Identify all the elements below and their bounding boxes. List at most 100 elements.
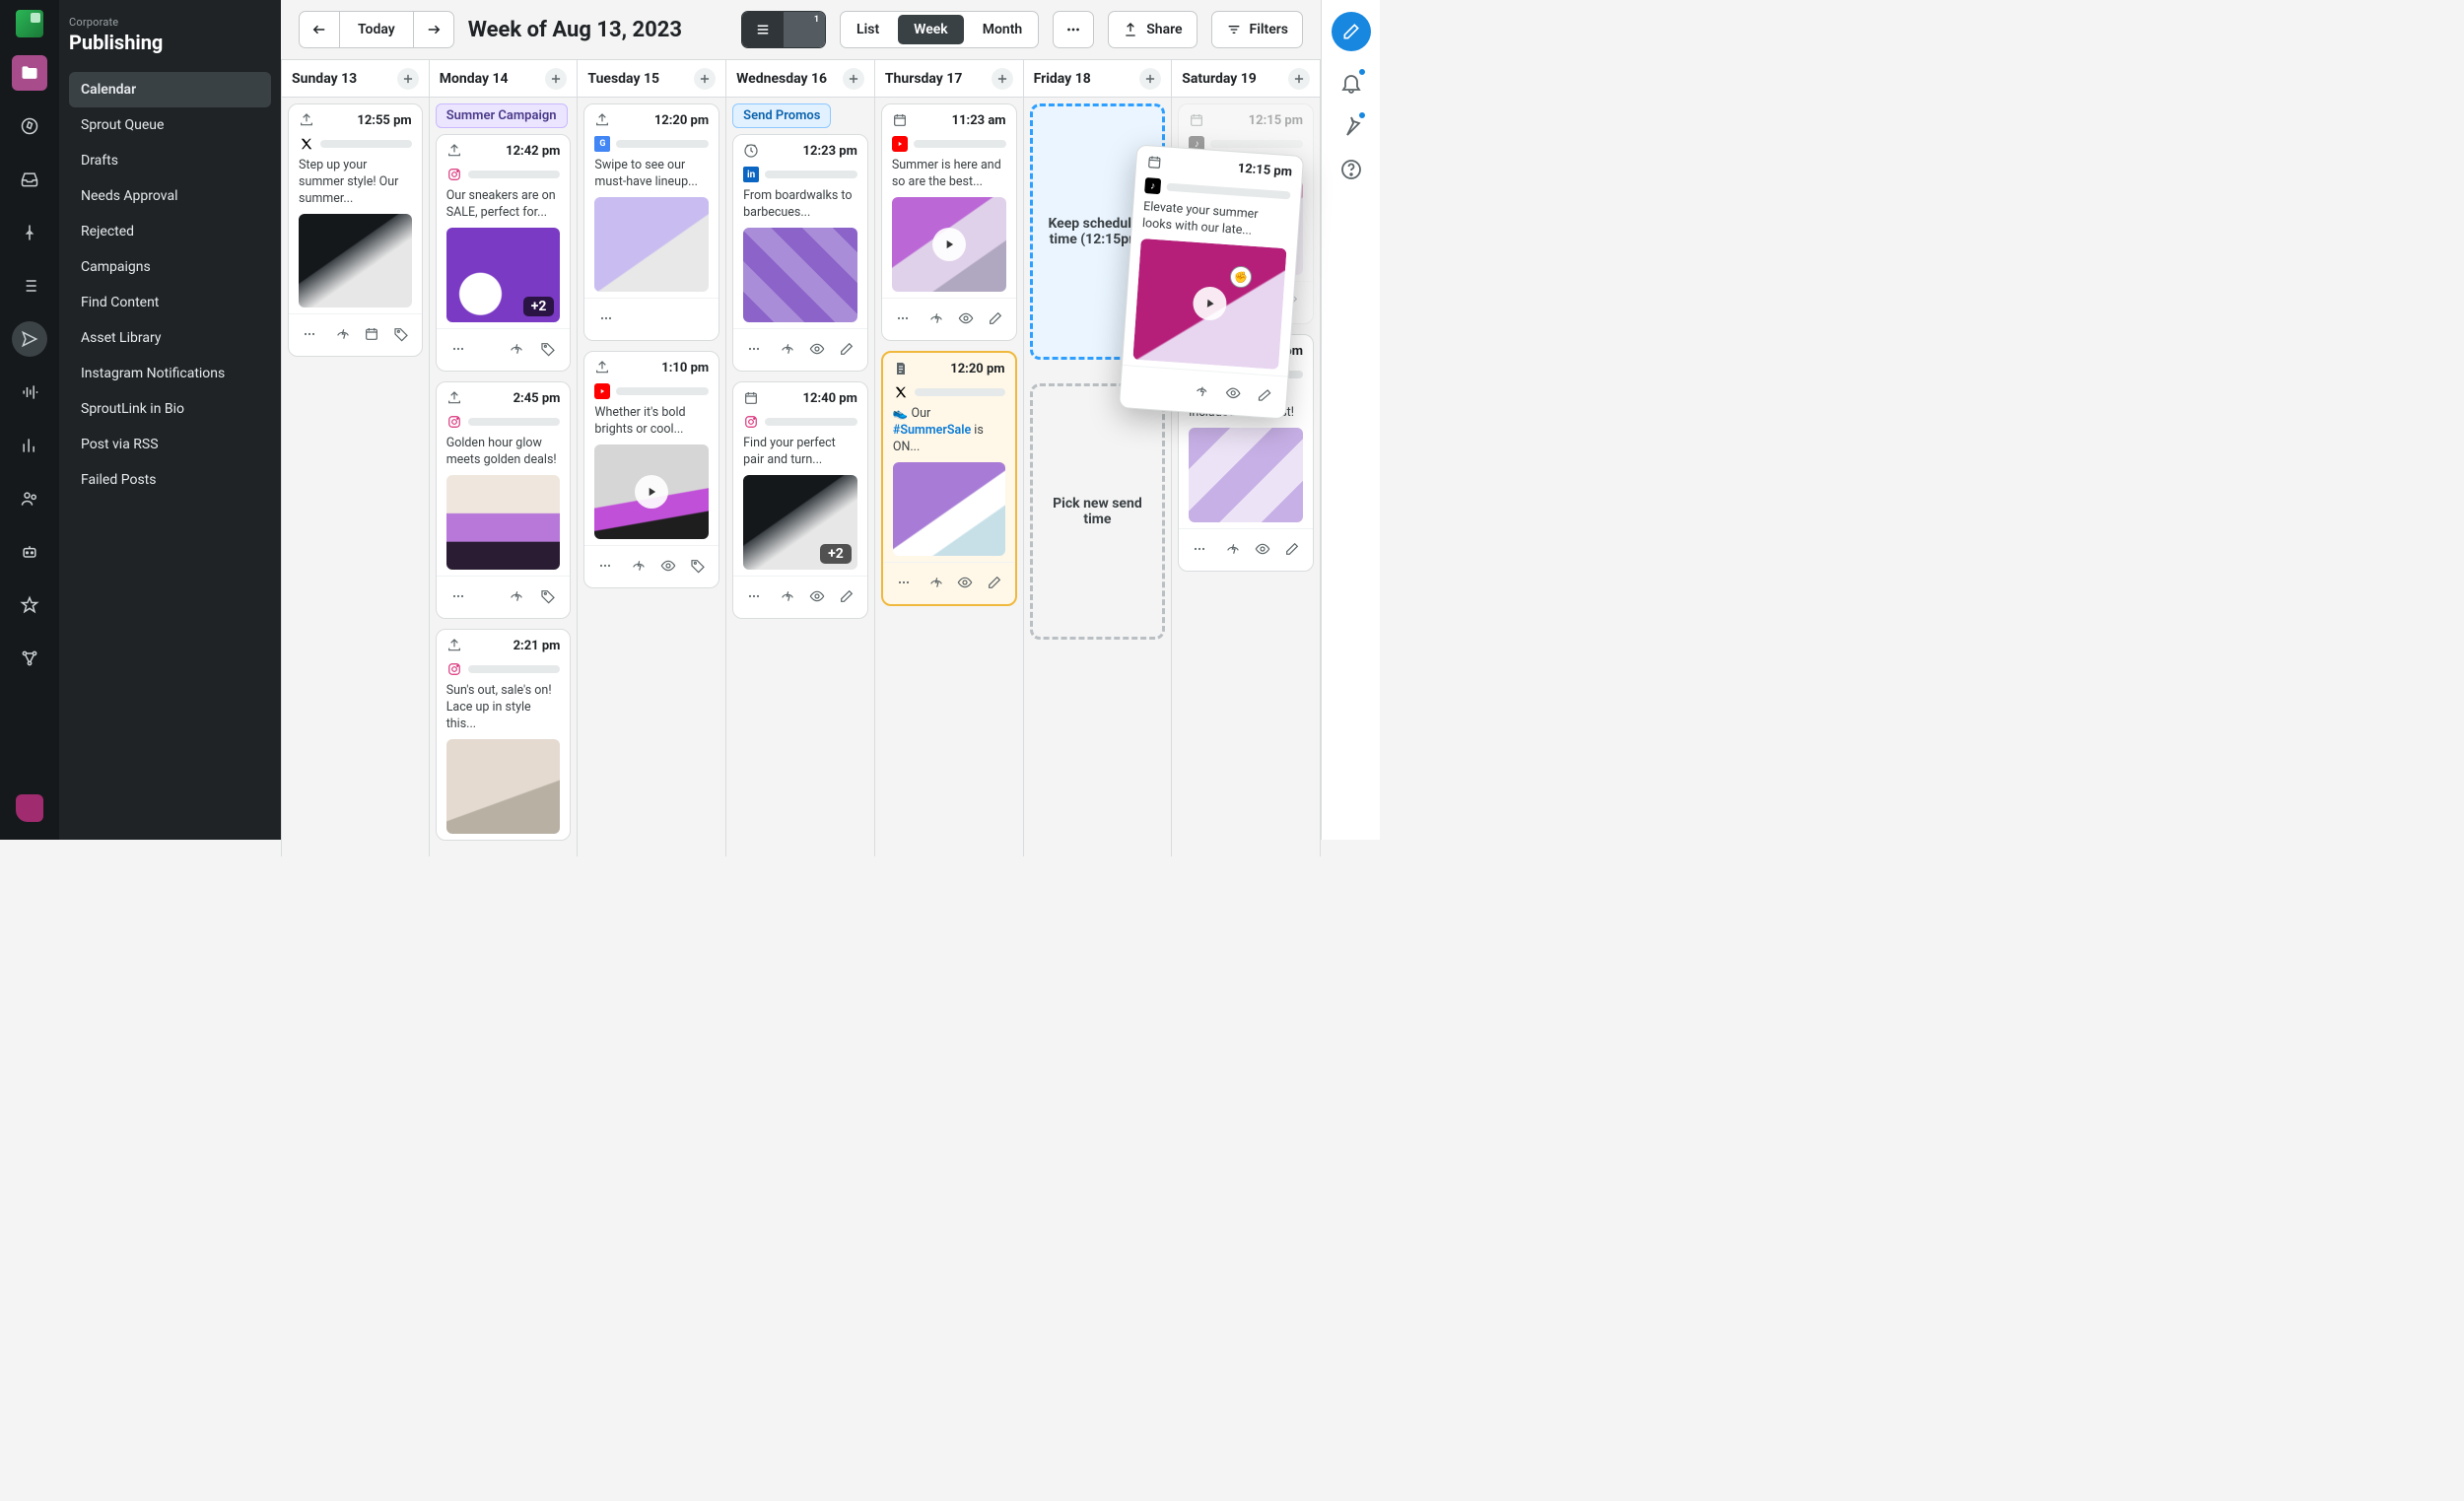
eye-icon[interactable] [655, 552, 681, 580]
edit-icon[interactable] [1250, 380, 1279, 410]
drop-zone-pick-time[interactable]: Pick new send time [1030, 383, 1166, 640]
share-button[interactable]: Share [1108, 11, 1197, 48]
sidebar-item-instagram-notifications[interactable]: Instagram Notifications [69, 356, 271, 391]
sidebar-item-asset-library[interactable]: Asset Library [69, 320, 271, 356]
more-icon[interactable] [445, 335, 472, 363]
eye-icon[interactable] [804, 335, 830, 363]
campaign-badge[interactable]: Send Promos [732, 103, 831, 128]
nav-star-icon[interactable] [12, 587, 47, 623]
today-button[interactable]: Today [339, 12, 414, 47]
more-icon[interactable] [445, 582, 472, 610]
post-card[interactable]: 12:20 pm 👟 Our #SummerSale is ON... [881, 351, 1017, 605]
add-post-icon[interactable] [843, 68, 864, 90]
bolt-icon[interactable] [924, 569, 948, 596]
nav-list-icon[interactable] [12, 268, 47, 304]
tag-icon[interactable] [534, 582, 562, 610]
density-compact[interactable] [742, 12, 784, 47]
add-post-icon[interactable] [992, 68, 1013, 90]
view-month[interactable]: Month [967, 12, 1039, 47]
sidebar-item-sprout-queue[interactable]: Sprout Queue [69, 107, 271, 143]
edit-icon[interactable] [834, 582, 859, 610]
tag-icon[interactable] [685, 552, 711, 580]
nav-compass-icon[interactable] [12, 108, 47, 144]
sidebar-item-drafts[interactable]: Drafts [69, 143, 271, 178]
edit-icon[interactable] [983, 305, 1008, 332]
post-card[interactable]: 12:40 pm Find your perfect pair and turn… [732, 381, 868, 619]
sidebar-item-campaigns[interactable]: Campaigns [69, 249, 271, 285]
notifications-icon[interactable] [1339, 71, 1363, 95]
bolt-icon[interactable] [503, 335, 530, 363]
nav-people-icon[interactable] [12, 481, 47, 516]
tag-icon[interactable] [388, 320, 414, 348]
bolt-icon[interactable] [924, 305, 949, 332]
nav-network-icon[interactable] [12, 641, 47, 676]
sidebar-item-needs-approval[interactable]: Needs Approval [69, 178, 271, 214]
view-list[interactable]: List [841, 12, 895, 47]
more-icon[interactable] [890, 305, 916, 332]
bolt-icon[interactable] [1220, 535, 1246, 563]
sidebar-item-post-via-rss[interactable]: Post via RSS [69, 427, 271, 462]
more-icon[interactable] [592, 552, 618, 580]
day-body[interactable]: Send Promos 12:23 pm in From boardwalks … [726, 98, 874, 856]
post-card[interactable]: 12:55 pm Step up your summer style! Our … [288, 103, 423, 357]
edit-icon[interactable] [982, 569, 1006, 596]
more-icon[interactable] [297, 320, 322, 348]
cal-icon[interactable] [359, 320, 384, 348]
nav-folder-icon[interactable] [12, 55, 47, 91]
post-card[interactable]: 2:21 pm Sun's out, sale's on! Lace up in… [436, 629, 572, 841]
day-body[interactable]: Summer Campaign 12:42 pm Our sneakers ar… [430, 98, 578, 856]
more-icon[interactable] [741, 335, 767, 363]
day-body[interactable]: 12:20 pm G Swipe to see our must-have li… [578, 98, 725, 856]
more-icon[interactable] [741, 582, 767, 610]
help-icon[interactable] [1339, 158, 1363, 181]
post-card[interactable]: 1:10 pm Whether it's bold brights or coo… [583, 351, 719, 588]
post-card[interactable]: 2:45 pm Golden hour glow meets golden de… [436, 381, 572, 619]
post-card[interactable]: 12:23 pm in From boardwalks to barbecues… [732, 134, 868, 372]
add-post-icon[interactable] [1139, 68, 1161, 90]
eye-icon[interactable] [1250, 535, 1275, 563]
prev-arrow-icon[interactable] [300, 12, 339, 47]
bolt-icon[interactable] [1187, 376, 1216, 406]
add-post-icon[interactable] [545, 68, 567, 90]
day-body[interactable]: 12:55 pm Step up your summer style! Our … [282, 98, 429, 856]
edit-icon[interactable] [834, 335, 859, 363]
compose-button[interactable] [1332, 12, 1371, 51]
more-button[interactable] [1053, 11, 1094, 48]
add-post-icon[interactable] [1288, 68, 1310, 90]
sidebar-item-rejected[interactable]: Rejected [69, 214, 271, 249]
bolt-icon[interactable] [775, 335, 800, 363]
nav-send-icon[interactable] [12, 321, 47, 357]
sidebar-item-sproutlink-in-bio[interactable]: SproutLink in Bio [69, 391, 271, 427]
nav-chart-icon[interactable] [12, 428, 47, 463]
nav-audio-icon[interactable] [12, 375, 47, 410]
nav-inbox-icon[interactable] [12, 162, 47, 197]
tag-icon[interactable] [534, 335, 562, 363]
filters-button[interactable]: Filters [1211, 11, 1303, 48]
edit-icon[interactable] [1279, 535, 1305, 563]
campaign-badge[interactable]: Summer Campaign [436, 103, 568, 128]
sidebar-item-find-content[interactable]: Find Content [69, 285, 271, 320]
more-icon[interactable] [1187, 535, 1212, 563]
dragging-post-card[interactable]: 12:15 pm ♪ Elevate your summer looks wit… [1119, 144, 1304, 419]
post-card[interactable]: 12:20 pm G Swipe to see our must-have li… [583, 103, 719, 341]
sidebar-item-calendar[interactable]: Calendar [69, 72, 271, 107]
bolt-icon[interactable] [626, 552, 651, 580]
nav-bot-icon[interactable] [12, 534, 47, 570]
bolt-icon[interactable] [330, 320, 356, 348]
nav-pin-icon[interactable] [12, 215, 47, 250]
more-icon[interactable] [592, 305, 620, 332]
next-arrow-icon[interactable] [414, 12, 453, 47]
eye-icon[interactable] [953, 569, 978, 596]
activity-icon[interactable] [1339, 114, 1363, 138]
add-post-icon[interactable] [694, 68, 716, 90]
post-card[interactable]: 11:23 am Summer is here and so are the b… [881, 103, 1017, 341]
post-card[interactable]: 12:42 pm Our sneakers are on SALE, perfe… [436, 134, 572, 372]
eye-icon[interactable] [804, 582, 830, 610]
density-expanded[interactable]: 1 [784, 12, 825, 47]
eye-icon[interactable] [953, 305, 979, 332]
view-week[interactable]: Week [898, 15, 964, 44]
eye-icon[interactable] [1218, 378, 1248, 408]
bolt-icon[interactable] [775, 582, 800, 610]
bolt-icon[interactable] [503, 582, 530, 610]
more-icon[interactable] [891, 569, 916, 596]
